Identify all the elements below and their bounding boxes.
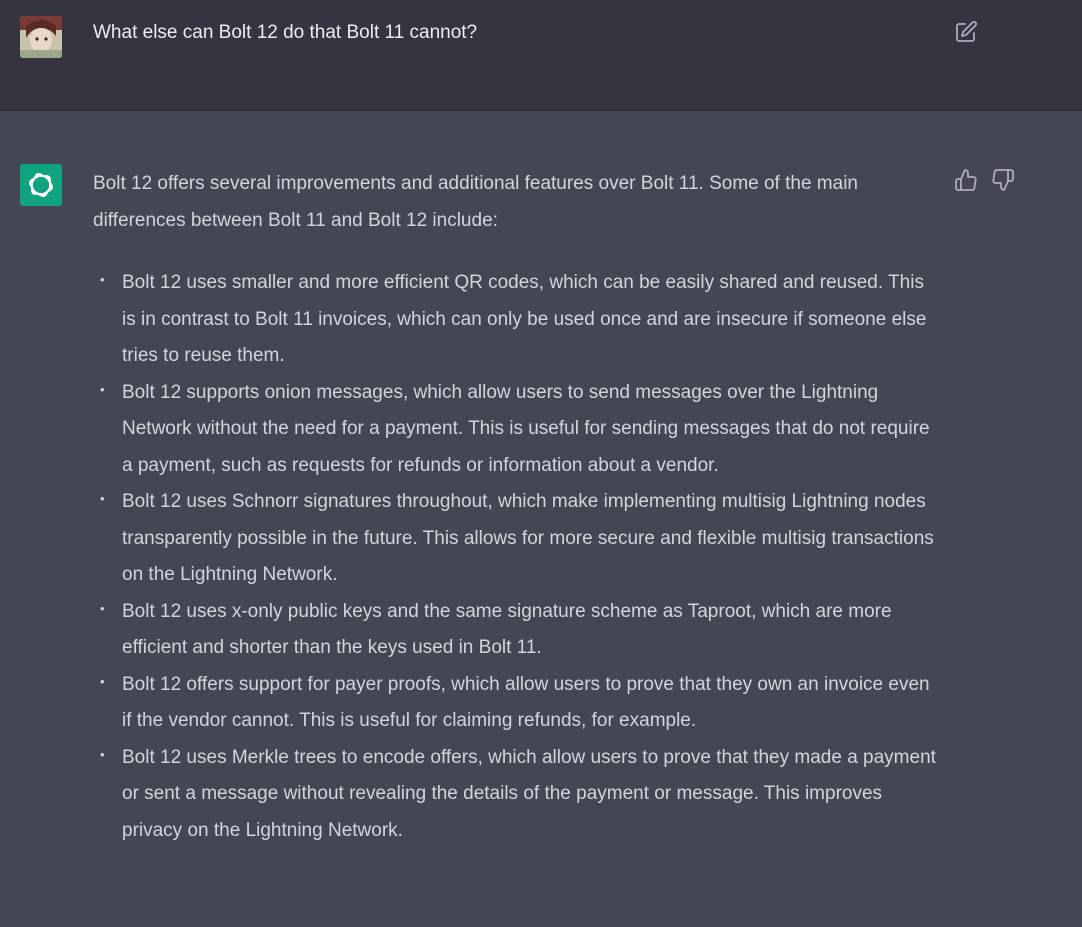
bullet-icon: • — [100, 673, 105, 689]
bullet-icon: • — [100, 272, 105, 287]
assistant-message-row: Bolt 12 offers several improvements and … — [0, 111, 1082, 927]
bullet-icon: • — [100, 491, 105, 506]
bullet-icon: • — [100, 600, 105, 616]
list-item: • Bolt 12 uses smaller and more efficient… — [100, 265, 941, 375]
assistant-intro: Bolt 12 offers several improvements and … — [93, 173, 858, 231]
user-message-row: What else can Bolt 12 do that Bolt 11 ca… — [0, 0, 1082, 111]
list-item: • Bolt 12 uses x-only public keys and the… — [100, 594, 941, 667]
edit-icon[interactable] — [954, 20, 978, 44]
list-item: • Bolt 12 offers support for payer proofs… — [100, 667, 941, 740]
openai-logo-icon — [20, 164, 62, 206]
thumbs-down-icon[interactable] — [991, 168, 1015, 192]
user-avatar — [20, 16, 62, 58]
bullet-icon: • — [100, 381, 105, 397]
thumbs-up-icon[interactable] — [954, 168, 978, 192]
list-item: • Bolt 12 uses Merkle trees to encode off… — [100, 740, 941, 850]
assistant-message-content: Bolt 12 offers several improvements and … — [93, 166, 941, 849]
feature-list: • Bolt 12 uses smaller and more efficient… — [93, 265, 941, 849]
user-message-text: What else can Bolt 12 do that Bolt 11 ca… — [93, 22, 478, 43]
list-item: • Bolt 12 uses Schnorr signatures through… — [100, 484, 941, 594]
bullet-icon: • — [100, 746, 105, 762]
list-item: • Bolt 12 supports onion messages, which … — [100, 375, 941, 485]
